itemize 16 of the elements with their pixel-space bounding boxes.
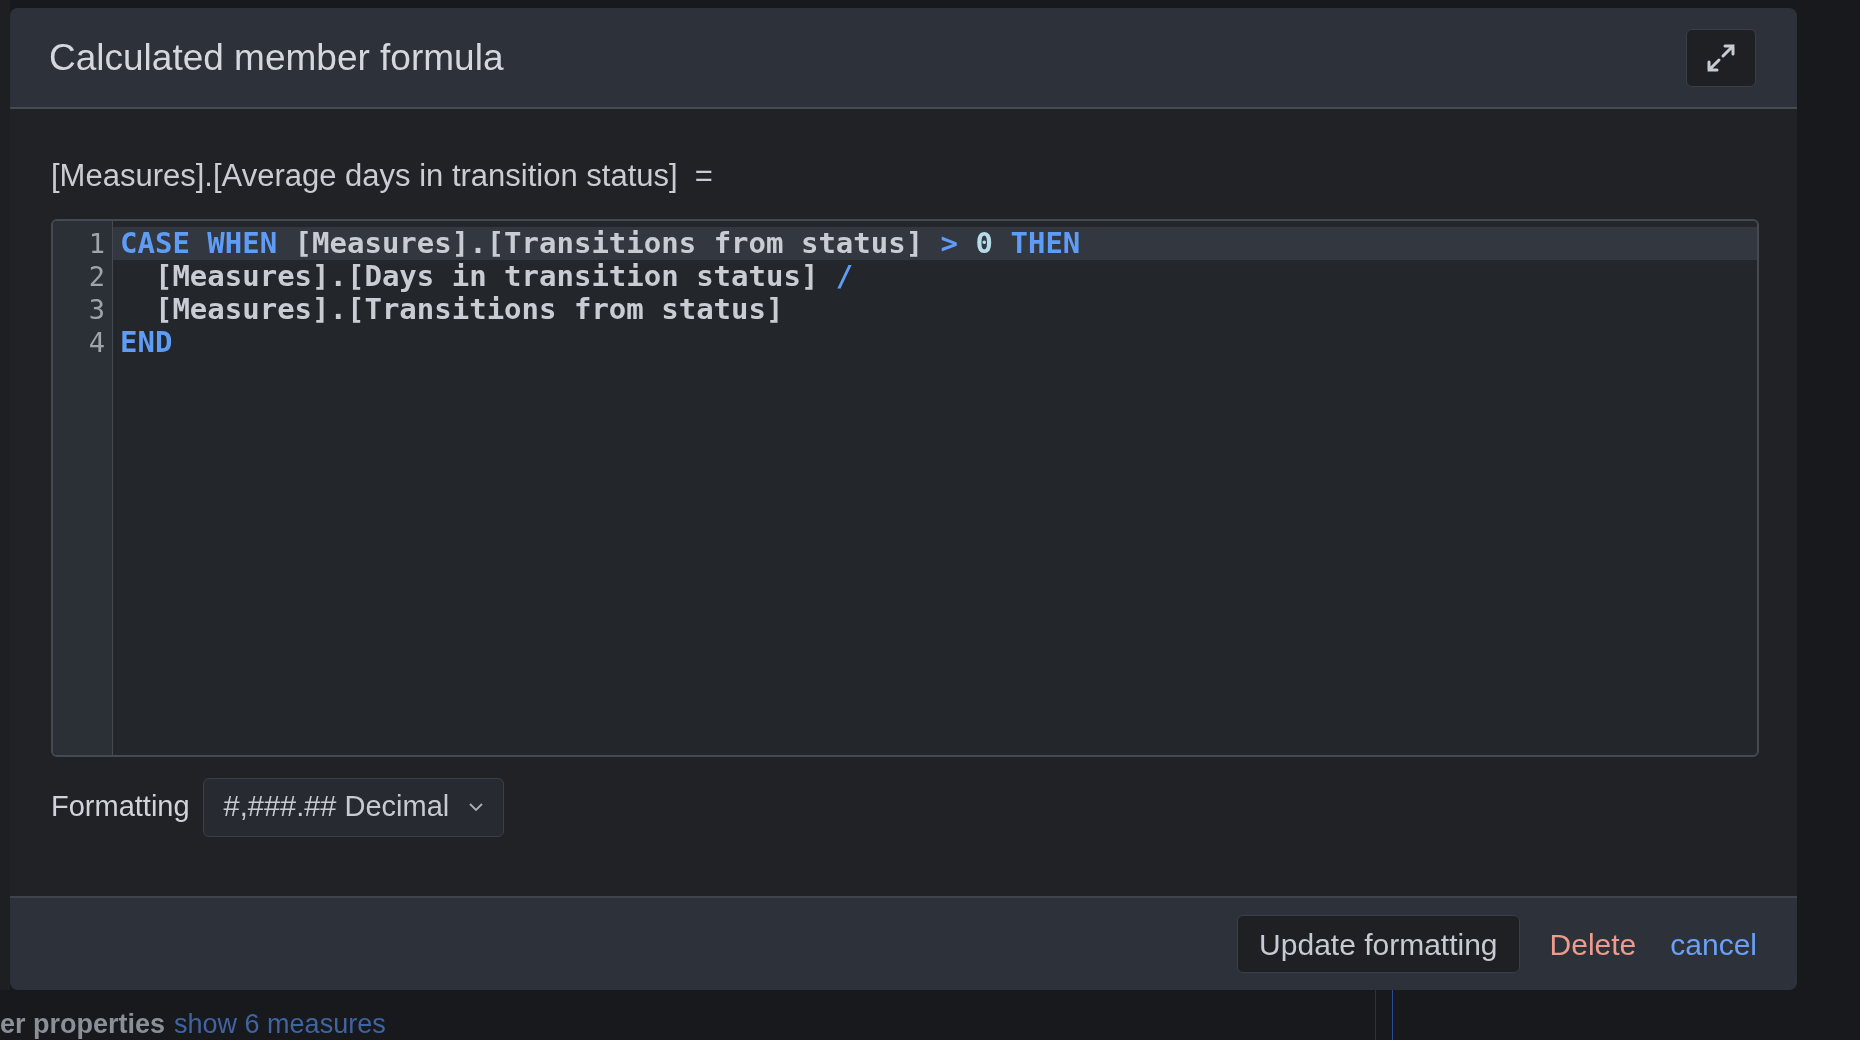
line-number: 3	[88, 292, 105, 326]
member-label: [Measures].[Average days in transition status] =	[51, 157, 714, 195]
update-button[interactable]: Update formatting	[1237, 915, 1520, 973]
cancel-link[interactable]: cancel	[1662, 921, 1765, 967]
delete-button[interactable]: Delete	[1541, 921, 1645, 967]
chevron-down-icon	[469, 802, 484, 812]
dialog-title: Calculated member formula	[49, 35, 504, 80]
expand-button[interactable]	[1686, 28, 1756, 87]
line-number: 2	[88, 259, 105, 293]
properties-label: er properties	[0, 1008, 166, 1040]
formatting-label: Formatting	[51, 789, 190, 825]
line-number: 1	[88, 226, 105, 260]
format-dropdown[interactable]: #,###.## Decimal	[202, 777, 505, 837]
line-number: 4	[88, 325, 105, 359]
expand-icon	[1706, 42, 1736, 73]
code-editor[interactable]: 1 2 3 4 CASE WHEN [Measures].[Transitions from status] > 0 THEN [Measures].[Days in transition status] / [Measures].[Transitions from status] END	[51, 218, 1759, 757]
